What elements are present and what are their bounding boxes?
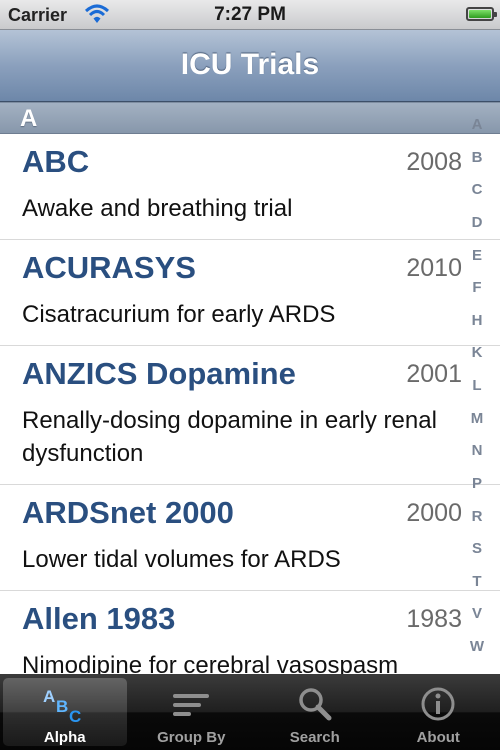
index-letter[interactable]: S xyxy=(472,540,482,558)
index-letter[interactable]: H xyxy=(472,312,483,330)
index-letter[interactable]: M xyxy=(471,410,484,428)
navigation-bar: ICU Trials xyxy=(0,30,500,102)
index-letter[interactable]: B xyxy=(472,149,483,167)
trial-name: ACURASYS xyxy=(22,250,196,285)
index-letter[interactable]: F xyxy=(472,279,481,297)
index-letter[interactable]: L xyxy=(472,377,481,395)
info-icon xyxy=(416,684,460,724)
tab-label: Group By xyxy=(157,729,226,746)
abc-icon: ABC xyxy=(43,684,87,726)
page-title: ICU Trials xyxy=(180,48,320,81)
trial-row[interactable]: ACURASYS 2010 Cisatracurium for early ARDS xyxy=(0,240,500,346)
index-letter[interactable]: R xyxy=(472,508,483,526)
tab-search[interactable]: Search xyxy=(253,674,377,750)
svg-text:C: C xyxy=(69,707,81,724)
trial-row[interactable]: ARDSnet 2000 2000 Lower tidal volumes for … xyxy=(0,485,500,591)
trial-row[interactable]: Allen 1983 1983 Nimodipine for cerebral va… xyxy=(0,591,500,674)
trial-list[interactable]: ABC 2008 Awake and breathing trial ACURASYS… xyxy=(0,134,500,674)
index-letter[interactable]: N xyxy=(472,442,483,460)
index-letter[interactable]: T xyxy=(472,573,481,591)
trial-year: 1983 xyxy=(406,605,462,633)
magnifier-icon xyxy=(293,684,337,724)
battery-icon xyxy=(466,7,497,21)
battery-level xyxy=(469,10,491,18)
svg-text:A: A xyxy=(43,687,55,706)
tab-label: About xyxy=(416,729,460,746)
trial-description: Lower tidal volumes for ARDS xyxy=(22,546,341,573)
trial-row[interactable]: ABC 2008 Awake and breathing trial xyxy=(0,134,500,240)
trial-name: ABC xyxy=(22,144,90,179)
trial-year: 2010 xyxy=(406,254,462,282)
tab-group-by[interactable]: Group By xyxy=(130,674,254,750)
index-letter[interactable]: P xyxy=(472,475,482,493)
alphabet-index[interactable]: ABCDEFHKLMNPRSTVW xyxy=(464,116,490,656)
tab-label: Alpha xyxy=(43,729,86,746)
index-letter[interactable]: W xyxy=(470,638,484,656)
svg-text:B: B xyxy=(56,697,68,716)
trial-description: Nimodipine for cerebral vasospasm xyxy=(22,652,399,674)
trial-year: 2000 xyxy=(406,499,462,527)
index-letter[interactable]: K xyxy=(472,344,483,362)
trial-description: Renally-dosing dopamine in early renal d… xyxy=(22,407,437,467)
trial-description: Cisatracurium for early ARDS xyxy=(22,301,336,328)
index-letter[interactable]: D xyxy=(472,214,483,232)
status-bar: Carrier 7:27 PM xyxy=(0,0,500,30)
section-header: A xyxy=(0,102,500,134)
trial-name: ANZICS Dopamine xyxy=(22,356,296,391)
trial-year: 2008 xyxy=(406,148,462,176)
status-time: 7:27 PM xyxy=(214,4,286,25)
trial-row[interactable]: ANZICS Dopamine 2001 Renally-dosing dopami… xyxy=(0,346,500,485)
tab-label: Search xyxy=(289,729,340,746)
trial-description: Awake and breathing trial xyxy=(22,195,293,222)
index-letter[interactable]: E xyxy=(472,247,482,265)
index-letter[interactable]: A xyxy=(472,116,483,134)
trial-name: ARDSnet 2000 xyxy=(22,495,234,530)
section-header-letter: A xyxy=(20,105,38,132)
index-letter[interactable]: C xyxy=(472,181,483,199)
trial-name: Allen 1983 xyxy=(22,601,176,636)
list-lines-icon xyxy=(169,684,213,724)
tab-bar: A B C Alpha Group By Search About xyxy=(0,674,500,750)
index-letter[interactable]: V xyxy=(472,605,482,623)
trial-year: 2001 xyxy=(406,360,462,388)
tab-alpha[interactable]: A B C Alpha xyxy=(3,678,127,746)
tab-about[interactable]: About xyxy=(377,674,500,750)
